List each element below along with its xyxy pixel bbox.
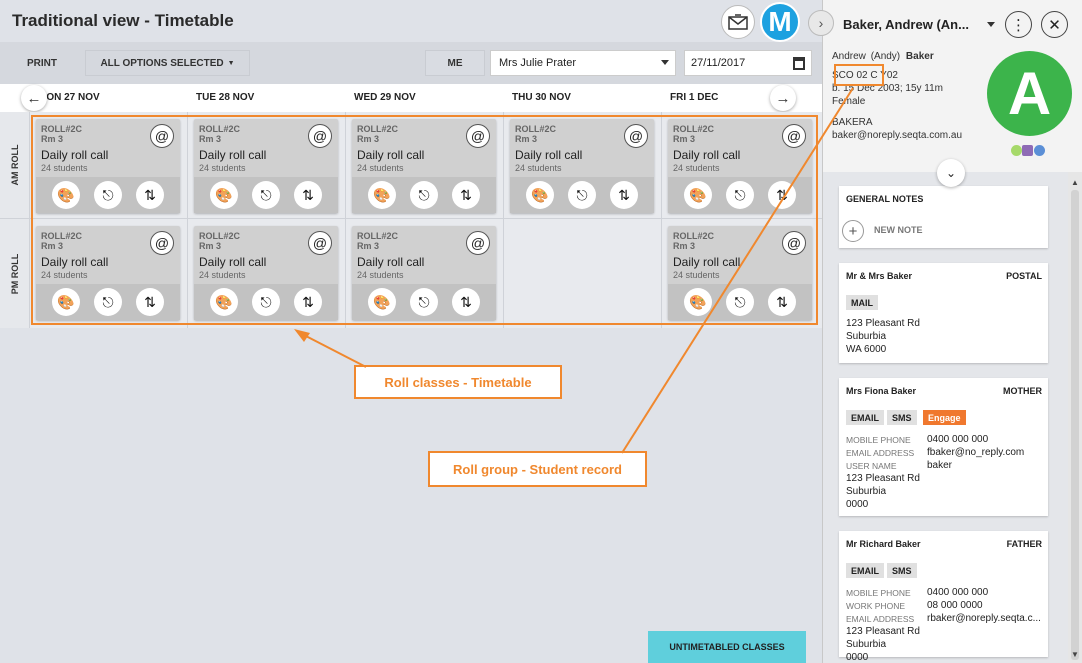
roll-group-highlight-box [834, 64, 884, 86]
status-dot [1034, 145, 1045, 156]
teacher-select-value: Mrs Julie Prater [499, 57, 577, 69]
contact-chip-engage[interactable]: Engage [923, 410, 966, 425]
toolbar: PRINT ALL OPTIONS SELECTED ▼ ME Mrs Juli… [0, 42, 822, 84]
row-label-pm: PM ROLL [0, 219, 30, 328]
contact-name: Mrs Fiona Baker [846, 386, 917, 396]
student-avatar: A [987, 51, 1072, 136]
contact-address-line: Suburbia [846, 639, 887, 650]
row-label-am: AM ROLL [0, 112, 30, 218]
student-surname: Baker [905, 51, 934, 62]
student-first-name: Andrew [832, 51, 866, 62]
day-label-tue: TUE 28 NOV [196, 92, 255, 103]
untimetabled-classes-button[interactable]: UNTIMETABLED CLASSES [648, 631, 806, 663]
contact-chip-mail[interactable]: MAIL [846, 295, 878, 310]
student-username: BAKERA [832, 117, 873, 128]
contact-address-line: 123 Pleasant Rd [846, 318, 920, 329]
page-title: Traditional view - Timetable [12, 11, 234, 30]
contact-card: Mr & Mrs Baker POSTAL MAIL 123 Pleasant Rd S… [839, 263, 1048, 363]
contact-card: Mr Richard Baker FATHER EMAIL SMS MOBILE PHO… [839, 531, 1048, 663]
timetable-callout: Roll classes - Timetable [354, 365, 562, 399]
more-options-icon[interactable]: ⋮ [1005, 11, 1032, 38]
timetable-main: Traditional view - Timetable M PRINT ALL… [0, 0, 822, 663]
contact-field-value: fbaker@no_reply.com [927, 447, 1025, 458]
contact-address-line: Suburbia [846, 331, 887, 342]
scrollbar-thumb[interactable] [1071, 190, 1079, 660]
contact-chip-sms[interactable]: SMS [887, 563, 917, 578]
contact-field-label: EMAIL ADDRESS [846, 614, 915, 624]
student-panel-header: Baker, Andrew (An... ⋮ ✕ [823, 0, 1082, 48]
contact-name: Mr Richard Baker [846, 539, 921, 549]
message-button[interactable] [721, 5, 755, 39]
caret-down-icon[interactable] [987, 22, 995, 27]
options-dropdown[interactable]: ALL OPTIONS SELECTED ▼ [85, 50, 250, 76]
collapse-panel-chevron-icon[interactable]: › [808, 10, 834, 36]
caret-down-icon: ▼ [227, 59, 235, 67]
date-field[interactable]: 27/11/2017 [684, 50, 812, 76]
contact-field-value: 0400 000 000 [927, 434, 989, 445]
contact-role: MOTHER [1003, 386, 1042, 396]
next-week-arrow-icon[interactable]: → [770, 85, 796, 111]
status-dot [1022, 145, 1033, 156]
day-label-mon: MON 27 NOV [38, 92, 100, 103]
prev-week-arrow-icon[interactable]: ← [21, 85, 47, 111]
scrollbar[interactable]: ▲ ▼ [1068, 172, 1082, 663]
contact-chip-sms[interactable]: SMS [887, 410, 917, 425]
new-note-button[interactable]: NEW NOTE [874, 225, 923, 235]
expand-chevron-icon[interactable]: ⌄ [937, 159, 965, 187]
contact-address-line: 123 Pleasant Rd [846, 626, 920, 637]
general-notes-card: GENERAL NOTES + NEW NOTE [839, 186, 1048, 248]
contact-role: FATHER [1006, 539, 1042, 549]
scroll-down-icon[interactable]: ▼ [1071, 650, 1079, 659]
student-gender: Female [832, 96, 866, 107]
user-avatar[interactable]: M [760, 2, 800, 42]
teacher-select[interactable]: Mrs Julie Prater [490, 50, 676, 76]
contact-field-label: EMAIL ADDRESS [846, 448, 915, 458]
close-icon[interactable]: ✕ [1041, 11, 1068, 38]
date-value: 27/11/2017 [691, 57, 746, 69]
contact-field-label: MOBILE PHONE [846, 435, 911, 445]
row-label-pm-text: PM ROLL [9, 253, 20, 294]
contact-card: Mrs Fiona Baker MOTHER EMAIL SMS Engage MOBIL… [839, 378, 1048, 516]
contact-field-label: MOBILE PHONE [846, 588, 911, 598]
envelope-icon [728, 14, 748, 30]
title-bar: Traditional view - Timetable M [0, 0, 822, 42]
day-header: MON 27 NOV TUE 28 NOV WED 29 NOV THU 30 … [0, 84, 822, 112]
contact-address-line: WA 6000 [846, 344, 887, 355]
print-button[interactable]: PRINT [14, 50, 70, 76]
contact-address-line: 0000 [846, 652, 869, 663]
contact-field-value: baker [927, 460, 953, 471]
day-label-fri: FRI 1 DEC [670, 92, 719, 103]
me-button[interactable]: ME [425, 50, 485, 76]
contact-role: POSTAL [1006, 271, 1042, 281]
student-header-name[interactable]: Baker, Andrew (An... [843, 17, 969, 32]
contact-name: Mr & Mrs Baker [846, 271, 913, 281]
contact-chip-email[interactable]: EMAIL [846, 563, 884, 578]
contact-field-value: 0400 000 000 [927, 587, 989, 598]
contact-chip-email[interactable]: EMAIL [846, 410, 884, 425]
student-name-line: Andrew (Andy) Baker [832, 51, 934, 62]
contact-field-label: WORK PHONE [846, 601, 906, 611]
day-label-wed: WED 29 NOV [354, 92, 416, 103]
student-panel: Baker, Andrew (An... ⋮ ✕ Andrew (Andy) B… [822, 0, 1082, 663]
student-record-callout: Roll group - Student record [428, 451, 647, 487]
contact-address-line: 123 Pleasant Rd [846, 473, 920, 484]
calendar-icon[interactable] [793, 57, 805, 70]
status-dot [1011, 145, 1022, 156]
general-notes-title: GENERAL NOTES [846, 194, 924, 204]
options-label: ALL OPTIONS SELECTED [100, 57, 224, 69]
scroll-up-icon[interactable]: ▲ [1071, 178, 1079, 187]
contact-field-label: USER NAME [846, 461, 897, 471]
caret-down-icon [661, 60, 669, 65]
day-label-thu: THU 30 NOV [512, 92, 571, 103]
student-preferred-name: (Andy) [870, 51, 901, 62]
add-note-plus-icon[interactable]: + [842, 220, 864, 242]
contact-field-value: 08 000 0000 [927, 600, 983, 611]
contact-field-value: rbaker@noreply.seqta.c... [927, 613, 1041, 624]
timetable-highlight-box [31, 115, 818, 325]
contact-address-line: 0000 [846, 499, 869, 510]
student-email[interactable]: baker@noreply.seqta.com.au [832, 130, 962, 141]
contact-address-line: Suburbia [846, 486, 887, 497]
row-label-am-text: AM ROLL [9, 144, 20, 186]
